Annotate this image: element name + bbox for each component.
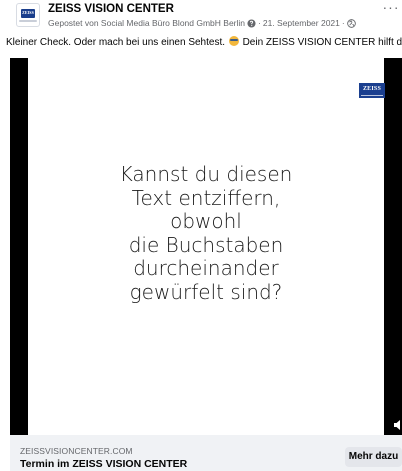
- page-name[interactable]: ZEISS VISION CENTER: [48, 3, 174, 15]
- caption-text-start: Kleiner Check. Oder mach bei uns einen S…: [6, 37, 226, 48]
- post-caption: Kleiner Check. Oder mach bei uns einen S…: [6, 36, 402, 48]
- globe-icon: [346, 18, 356, 28]
- avatar-subline: [19, 20, 37, 22]
- meta-separator: ·: [258, 18, 261, 28]
- post-meta: Gepostet von Social Media Büro Blond Gmb…: [48, 18, 356, 28]
- learn-more-button[interactable]: Mehr dazu: [345, 447, 402, 467]
- video-text-line: die Buchstaben: [128, 232, 284, 257]
- page-avatar[interactable]: ZEISS: [16, 3, 40, 27]
- video-text-line: Kannst du diesen: [119, 162, 293, 186]
- zeiss-logo-text: ZEISS: [362, 86, 381, 92]
- avatar-logo-text: ZEISS: [22, 10, 34, 15]
- link-preview[interactable]: ZEISSVISIONCENTER.COM Termin im ZEISS VI…: [10, 435, 402, 471]
- video-text-line: durcheinander: [133, 256, 279, 280]
- video-frame: ZEISS Kannst du diesen Text entziffern, …: [28, 58, 385, 435]
- caption-text-end: Dein ZEISS VISION CENTER hilft dir weite…: [242, 37, 402, 48]
- more-options-button[interactable]: ···: [380, 0, 402, 16]
- video-text-line: obwohl: [170, 209, 242, 233]
- video-text-line: Text entziffern,: [131, 185, 281, 210]
- link-domain: ZEISSVISIONCENTER.COM: [20, 446, 133, 456]
- posted-by-text[interactable]: Gepostet von Social Media Büro Blond Gmb…: [48, 18, 245, 28]
- video-text-line: gewürfelt sind?: [129, 279, 283, 304]
- post-header: ZEISS ZEISS VISION CENTER Gepostet von S…: [0, 0, 402, 34]
- link-title[interactable]: Termin im ZEISS VISION CENTER: [20, 458, 187, 470]
- video-text: Kannst du diesen Text entziffern, obwohl…: [28, 162, 384, 304]
- post-date[interactable]: 21. September 2021: [263, 18, 340, 28]
- zeiss-avatar-logo: ZEISS: [21, 9, 35, 18]
- speaker-icon[interactable]: [394, 419, 402, 431]
- meta-separator: ·: [341, 18, 345, 28]
- nerd-face-emoji-icon: [228, 36, 239, 46]
- video-player[interactable]: ZEISS Kannst du diesen Text entziffern, …: [10, 58, 402, 435]
- zeiss-logo: ZEISS: [359, 83, 385, 98]
- question-circle-icon[interactable]: [247, 18, 256, 28]
